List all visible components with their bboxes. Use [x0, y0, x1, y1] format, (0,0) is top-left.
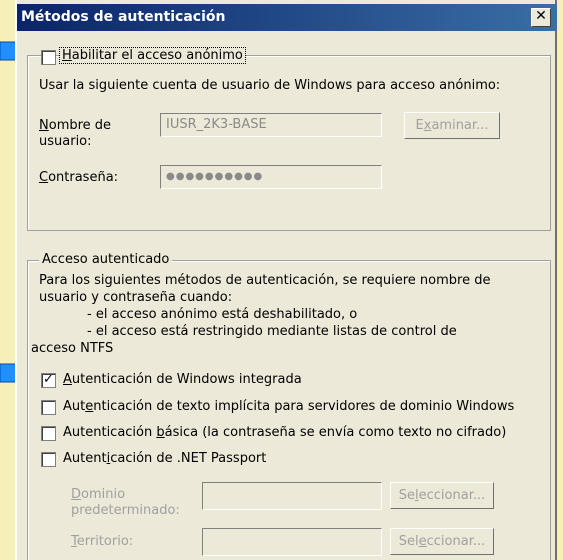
authenticated-description: Para los siguientes métodos de autentica… — [31, 273, 491, 356]
close-button[interactable]: ✕ — [531, 8, 551, 27]
anonymous-access-checkbox[interactable] — [41, 50, 56, 65]
basic-auth-label[interactable]: Autenticación básica (la contraseña se e… — [63, 425, 506, 440]
default-domain-label: Dominio predeterminado: — [71, 487, 180, 518]
digest-auth-checkbox[interactable] — [41, 400, 56, 415]
integrated-windows-auth-label[interactable]: Autenticación de Windows integrada — [63, 372, 302, 387]
username-field[interactable]: IUSR_2K3-BASE — [160, 113, 382, 137]
digest-auth-label[interactable]: Autenticación de texto implícita para se… — [63, 399, 514, 414]
realm-label: Territorio: — [71, 534, 134, 549]
password-field[interactable]: ●●●●●●●●●● — [160, 165, 382, 189]
select-realm-button[interactable]: Seleccionar... — [390, 528, 494, 555]
window-title: Métodos de autenticación — [21, 9, 226, 25]
browse-button[interactable]: Examinar... — [404, 112, 500, 139]
anonymous-access-label[interactable]: Habilitar el acceso anónimo — [59, 47, 246, 64]
passport-auth-checkbox[interactable] — [41, 452, 56, 467]
realm-field[interactable] — [202, 528, 382, 556]
default-domain-field[interactable] — [202, 482, 382, 510]
username-label: Nombre de usuario: — [39, 118, 112, 149]
passport-auth-label[interactable]: Autenticación de .NET Passport — [63, 451, 266, 466]
authenticated-access-legend: Acceso autenticado — [39, 252, 173, 267]
select-domain-button[interactable]: Seleccionar... — [390, 482, 494, 509]
auth-methods-dialog: Métodos de autenticación ✕ Habilitar el … — [15, 0, 557, 560]
password-label: Contraseña: — [39, 170, 119, 185]
anonymous-description: Usar la siguiente cuenta de usuario de W… — [39, 78, 501, 93]
title-bar: Métodos de autenticación ✕ — [17, 4, 557, 31]
basic-auth-checkbox[interactable] — [41, 426, 56, 441]
integrated-windows-auth-checkbox[interactable]: ✓ — [41, 373, 56, 388]
